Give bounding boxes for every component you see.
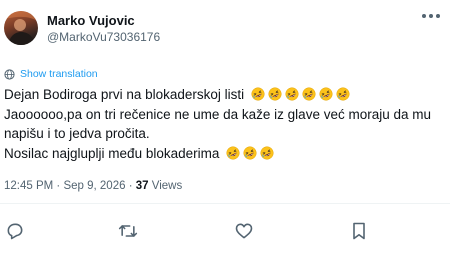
rolling-on-floor-laughing-emoji-icon [336,87,350,101]
tweet-text-line-content: Dejan Bodiroga prvi na blokaderskoj list… [4,87,245,102]
reply-icon [7,223,23,240]
rolling-on-floor-laughing-emoji-icon [260,145,274,160]
rolling-on-floor-laughing-emoji-icon [319,87,333,101]
tweet-text-line-content: napišu i to jedva pročita. [4,126,150,141]
globe-icon [4,68,15,80]
retweet-icon [118,225,138,237]
rolling-on-floor-laughing-emoji-icon [285,87,299,101]
reply-button[interactable] [3,219,27,243]
tweet-text-line-content: Jaoooooo,pa on tri rečenice ne ume da ka… [4,106,431,122]
avatar-image [4,11,38,45]
tweet-text-line-content: Nosilac najgluplji među blokaderima [4,145,220,161]
show-translation-label[interactable]: Show translation [20,68,98,80]
more-options-icon[interactable] [422,14,440,18]
tweet-text-line: Dejan Bodiroga prvi na blokaderskoj list… [4,85,450,105]
tweet-text-line: Jaoooooo,pa on tri rečenice ne ume da ka… [4,105,450,125]
tweet-text: Dejan Bodiroga prvi na blokaderskoj list… [4,85,450,163]
show-translation-link[interactable]: Show translation [4,68,98,80]
rolling-on-floor-laughing-emoji-icon [243,145,257,160]
like-icon [235,223,253,239]
like-button[interactable] [232,219,256,243]
rolling-on-floor-laughing-emoji-icon [302,87,316,101]
bookmark-button[interactable] [347,219,371,243]
meta-separator-2: · [125,180,136,192]
tweet-text-line: Nosilac najgluplji među blokaderima [4,144,450,164]
tweet-meta: 12:45 PM · Sep 9, 2026 · 37 Views [4,180,182,192]
tweet-header: Marko Vujovic @MarkoVu73036176 [4,8,450,48]
author-names: Marko Vujovic @MarkoVu73036176 [47,12,160,45]
tweet-date[interactable]: Sep 9, 2026 [63,180,125,192]
author-display-name[interactable]: Marko Vujovic [47,12,160,29]
rolling-on-floor-laughing-emoji-icon [226,145,240,160]
tweet-time[interactable]: 12:45 PM [4,180,53,192]
avatar[interactable] [4,11,38,45]
bookmark-icon [353,222,365,240]
tweet-text-line: napišu i to jedva pročita. [4,124,450,144]
views-label: Views [148,180,183,192]
divider [0,203,450,204]
action-bar [0,219,450,249]
meta-separator: · [53,180,64,192]
rolling-on-floor-laughing-emoji-icon [251,87,265,101]
views-count: 37 [135,180,149,192]
author-handle[interactable]: @MarkoVu73036176 [47,29,160,45]
tweet-card: Marko Vujovic @MarkoVu73036176 Show tran… [0,0,450,253]
rolling-on-floor-laughing-emoji-icon [268,87,282,101]
retweet-button[interactable] [116,219,140,243]
